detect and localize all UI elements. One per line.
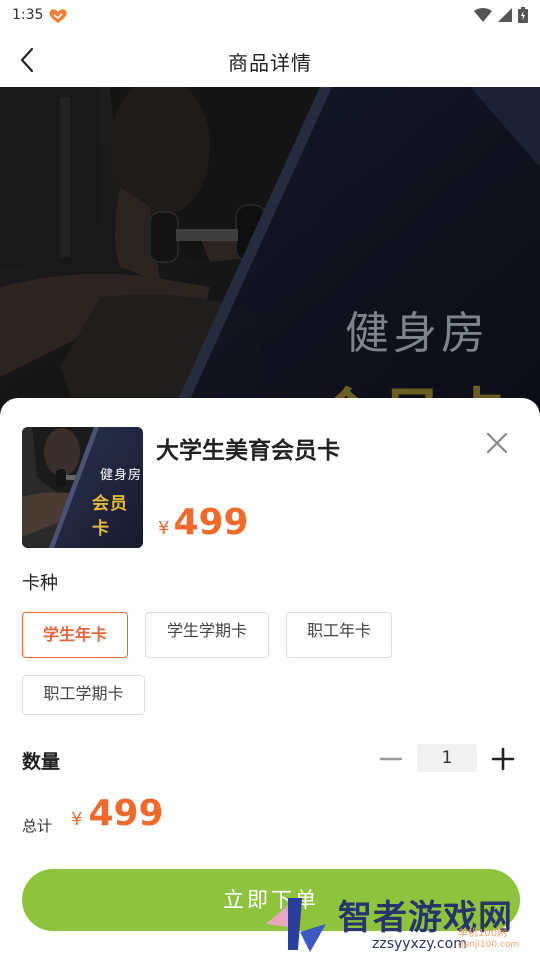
card-type-label: 卡种 xyxy=(22,573,58,594)
plus-icon xyxy=(491,747,515,771)
minus-icon xyxy=(379,757,403,761)
page-title: 商品详情 xyxy=(228,51,312,75)
signal-icon xyxy=(498,8,512,22)
quantity-decrease-button[interactable] xyxy=(378,747,404,771)
chip-label: 学生年卡 xyxy=(42,625,107,644)
product-name: 大学生美育会员卡 xyxy=(156,438,340,464)
status-icons xyxy=(474,6,528,24)
chip-label: 学生学期卡 xyxy=(166,621,247,640)
chip-staff-annual[interactable]: 职工年卡 xyxy=(286,612,392,658)
thumbnail-title-line2: 会员卡 xyxy=(92,494,128,539)
chip-student-semester[interactable]: 学生学期卡 xyxy=(145,612,269,658)
thumbnail-title-line1: 健身房 xyxy=(100,468,143,483)
chip-student-annual[interactable]: 学生年卡 xyxy=(22,612,128,658)
chip-label: 职工年卡 xyxy=(306,621,371,640)
total-price: ¥499 xyxy=(71,793,164,834)
quantity-label: 数量 xyxy=(22,751,61,773)
total-label: 总计 xyxy=(22,817,53,835)
watermark: 智者游戏网 zzsyyxzy.com 单机100网 danji100.com xyxy=(262,888,540,960)
hero-banner: 健身房 会员卡 xyxy=(0,87,540,417)
price-value: 499 xyxy=(173,502,249,543)
product-price: ¥499 xyxy=(158,502,249,543)
chip-label: 职工学期卡 xyxy=(43,684,124,703)
close-icon xyxy=(486,432,508,454)
quantity-value[interactable]: 1 xyxy=(417,744,477,772)
status-time: 1:35 xyxy=(12,7,44,23)
chip-staff-semester[interactable]: 职工学期卡 xyxy=(22,675,145,715)
battery-icon xyxy=(518,7,528,23)
close-button[interactable] xyxy=(484,430,510,456)
price-currency: ¥ xyxy=(158,518,170,539)
total-amount: 499 xyxy=(88,793,164,834)
title-bar: 商品详情 xyxy=(0,32,540,87)
watermark-badge-line1: 单机100网 xyxy=(458,928,508,939)
watermark-badge-line2: danji100.com xyxy=(458,940,520,950)
total-currency: ¥ xyxy=(71,809,83,830)
hero-title-line1: 健身房 xyxy=(345,308,489,359)
product-thumbnail: 健身房 会员卡 xyxy=(22,427,143,548)
watermark-logo xyxy=(266,898,326,952)
status-bar: 1:35 xyxy=(0,0,540,32)
wifi-icon xyxy=(474,8,492,22)
purchase-sheet: 健身房 会员卡 大学生美育会员卡 ¥499 卡种 学生年卡 学生学期卡 职工年卡… xyxy=(0,398,540,960)
app-notification-icon xyxy=(49,9,67,23)
watermark-url: zzsyyxzy.com xyxy=(372,936,467,952)
quantity-increase-button[interactable] xyxy=(490,746,516,772)
